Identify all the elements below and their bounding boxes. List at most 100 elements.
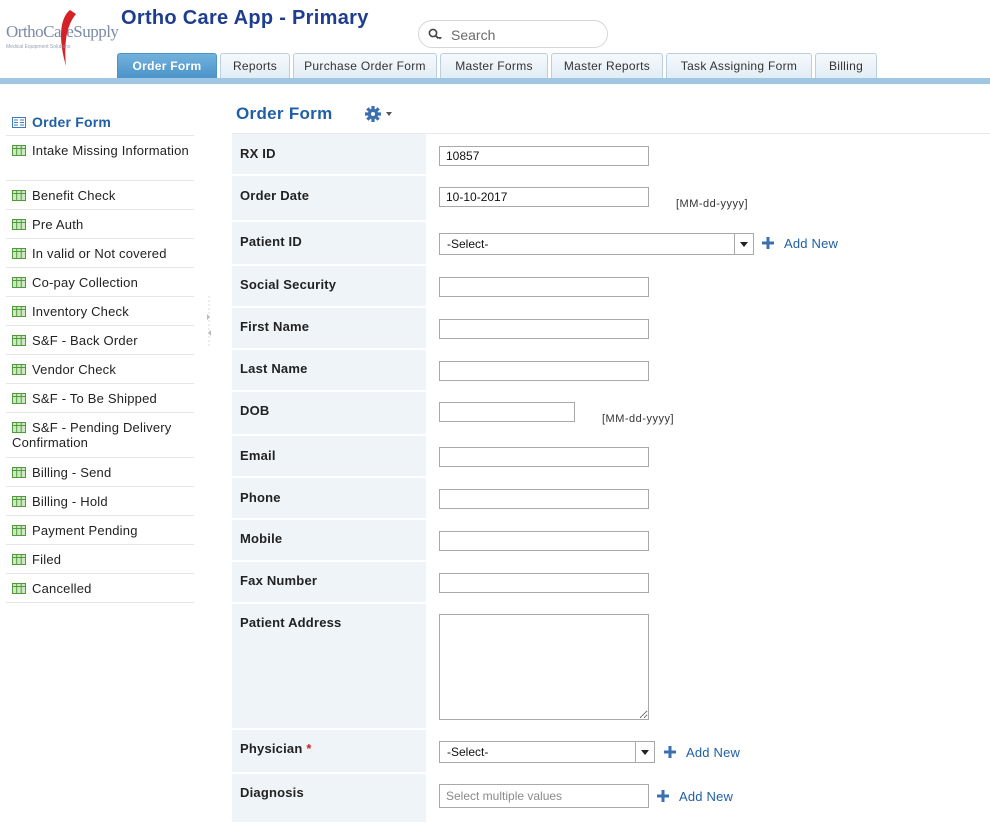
sidebar-item-label: Billing - Send xyxy=(32,465,112,480)
sidebar-resize-handle[interactable] xyxy=(206,296,212,346)
physician-add-new-link[interactable]: Add New xyxy=(664,745,740,760)
social-security-label: Social Security xyxy=(240,277,337,292)
form-row-email: Email xyxy=(232,436,990,478)
form-row-rx-id: RX ID xyxy=(232,134,990,176)
grid-icon xyxy=(12,525,26,536)
grid-icon xyxy=(12,554,26,565)
patient-id-selected-value: -Select- xyxy=(447,237,489,251)
sidebar-item-vendor-check[interactable]: Vendor Check xyxy=(6,355,194,384)
sidebar-item-invalid-or-not-covered[interactable]: In valid or Not covered xyxy=(6,239,194,268)
phone-label: Phone xyxy=(240,490,281,505)
grid-icon xyxy=(12,306,26,317)
sidebar-item-label: Inventory Check xyxy=(32,304,129,319)
form-row-mobile: Mobile xyxy=(232,520,990,562)
diagnosis-multiselect[interactable] xyxy=(439,784,649,808)
mobile-label: Mobile xyxy=(240,531,283,546)
grid-icon xyxy=(12,467,26,478)
search-icon[interactable] xyxy=(428,28,442,42)
sidebar-item-sf-to-be-shipped[interactable]: S&F - To Be Shipped xyxy=(6,384,194,413)
form-row-dob: DOB [MM-dd-yyyy] xyxy=(232,392,990,436)
form-row-patient-id: Patient ID -Select- Add New xyxy=(232,222,990,266)
social-security-field[interactable] xyxy=(439,277,649,297)
grid-icon xyxy=(12,393,26,404)
order-date-format-hint: [MM-dd-yyyy] xyxy=(676,198,748,210)
add-new-label: Add New xyxy=(686,745,741,760)
sidebar-item-label: Order Form xyxy=(32,114,112,130)
form-row-diagnosis: Diagnosis Add New xyxy=(232,774,990,824)
dob-format-hint: [MM-dd-yyyy] xyxy=(602,413,674,425)
patient-id-select[interactable]: -Select- xyxy=(439,233,754,255)
add-new-label: Add New xyxy=(784,236,839,251)
tab-billing[interactable]: Billing xyxy=(815,53,877,78)
email-label: Email xyxy=(240,448,276,463)
physician-selected-value: -Select- xyxy=(447,745,489,759)
tab-task-assigning-form[interactable]: Task Assigning Form xyxy=(666,53,812,78)
rx-id-label: RX ID xyxy=(240,146,276,161)
mobile-field[interactable] xyxy=(439,531,649,551)
first-name-field[interactable] xyxy=(439,319,649,339)
plus-icon xyxy=(664,746,676,758)
sidebar-item-sf-pending-delivery-confirmation[interactable]: S&F - Pending Delivery Confirmation xyxy=(6,413,194,458)
patient-add-new-link[interactable]: Add New xyxy=(762,236,838,251)
sidebar-item-billing-hold[interactable]: Billing - Hold xyxy=(6,487,194,516)
last-name-field[interactable] xyxy=(439,361,649,381)
sidebar-item-co-pay-collection[interactable]: Co-pay Collection xyxy=(6,268,194,297)
sidebar-item-cancelled[interactable]: Cancelled xyxy=(6,574,194,603)
sidebar-item-pre-auth[interactable]: Pre Auth xyxy=(6,210,194,239)
grid-icon xyxy=(12,496,26,507)
tab-master-reports[interactable]: Master Reports xyxy=(551,53,663,78)
tab-reports[interactable]: Reports xyxy=(220,53,290,78)
page-title: Order Form xyxy=(236,104,333,123)
company-logo[interactable]: OrthoCareSupply Medical Equipment Soluti… xyxy=(6,8,119,66)
chevron-down-icon[interactable] xyxy=(635,742,654,762)
plus-icon xyxy=(762,237,774,249)
patient-address-label: Patient Address xyxy=(240,615,342,630)
order-date-field[interactable] xyxy=(439,187,649,207)
patient-address-field[interactable] xyxy=(439,614,649,720)
physician-select[interactable]: -Select- xyxy=(439,741,655,763)
header-divider xyxy=(0,78,990,84)
grid-icon xyxy=(12,190,26,201)
rx-id-field[interactable] xyxy=(439,146,649,166)
form-icon xyxy=(12,117,26,128)
form-row-physician: Physician * -Select- Add New xyxy=(232,730,990,774)
physician-label: Physician * xyxy=(240,741,312,756)
gear-icon[interactable] xyxy=(364,104,396,124)
sidebar-item-label: Billing - Hold xyxy=(32,494,108,509)
grid-icon xyxy=(12,364,26,375)
sidebar-item-intake-missing-information[interactable]: Intake Missing Information xyxy=(6,136,194,181)
sidebar-item-inventory-check[interactable]: Inventory Check xyxy=(6,297,194,326)
sidebar-item-label: Intake Missing Information xyxy=(32,143,189,158)
sidebar-item-billing-send[interactable]: Billing - Send xyxy=(6,458,194,487)
form-row-patient-address: Patient Address xyxy=(232,604,990,730)
search-box[interactable] xyxy=(418,20,608,48)
chevron-down-icon[interactable] xyxy=(734,234,753,254)
dob-label: DOB xyxy=(240,403,270,418)
sidebar-item-label: Payment Pending xyxy=(32,523,138,538)
plus-icon xyxy=(657,790,669,802)
first-name-label: First Name xyxy=(240,319,310,334)
dob-field[interactable] xyxy=(439,402,575,422)
sidebar-item-label: S&F - Back Order xyxy=(32,333,138,348)
search-input[interactable] xyxy=(449,25,603,45)
sidebar-item-payment-pending[interactable]: Payment Pending xyxy=(6,516,194,545)
form-row-social-security: Social Security xyxy=(232,266,990,308)
logo-subtext: Medical Equipment Solutions xyxy=(6,44,71,50)
sidebar-item-sf-back-order[interactable]: S&F - Back Order xyxy=(6,326,194,355)
sidebar-item-label: Cancelled xyxy=(32,581,92,596)
sidebar-item-filed[interactable]: Filed xyxy=(6,545,194,574)
fax-number-field[interactable] xyxy=(439,573,649,593)
tab-order-form[interactable]: Order Form xyxy=(117,53,217,78)
sidebar-item-label: Filed xyxy=(32,552,62,567)
tab-purchase-order-form[interactable]: Purchase Order Form xyxy=(293,53,437,78)
sidebar: Order Form Intake Missing Information Be… xyxy=(6,108,194,603)
diagnosis-add-new-link[interactable]: Add New xyxy=(657,789,733,804)
sidebar-item-label: Co-pay Collection xyxy=(32,275,139,290)
sidebar-item-benefit-check[interactable]: Benefit Check xyxy=(6,181,194,210)
phone-field[interactable] xyxy=(439,489,649,509)
form-row-fax-number: Fax Number xyxy=(232,562,990,604)
tab-master-forms[interactable]: Master Forms xyxy=(440,53,548,78)
grid-icon xyxy=(12,219,26,230)
email-field[interactable] xyxy=(439,447,649,467)
sidebar-item-order-form[interactable]: Order Form xyxy=(6,108,194,136)
